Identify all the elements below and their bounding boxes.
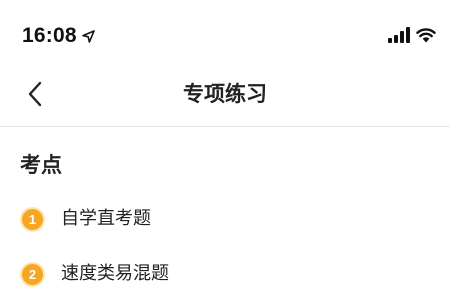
page-title: 专项练习 — [183, 82, 267, 106]
location-arrow-icon — [81, 29, 95, 43]
list-item-label: 速度类易混题 — [61, 263, 169, 284]
screen: 16:08 专项练习 考点 1 自学直考题 2 速度类易混题 — [0, 0, 450, 300]
number-badge: 1 — [22, 209, 43, 230]
topic-list: 1 自学直考题 2 速度类易混题 — [0, 196, 450, 300]
section-title: 考点 — [20, 153, 62, 177]
list-item[interactable]: 2 速度类易混题 — [0, 251, 450, 300]
list-item-label: 自学直考题 — [61, 208, 151, 229]
list-item[interactable]: 1 自学直考题 — [0, 196, 450, 251]
wifi-icon — [416, 28, 436, 43]
number-badge: 2 — [22, 264, 43, 285]
navigation-bar: 专项练习 — [0, 62, 450, 127]
status-bar: 16:08 — [0, 0, 450, 62]
status-icons — [388, 27, 436, 43]
status-time-group: 16:08 — [22, 24, 95, 48]
cellular-signal-icon — [388, 27, 410, 43]
status-time: 16:08 — [22, 24, 77, 47]
